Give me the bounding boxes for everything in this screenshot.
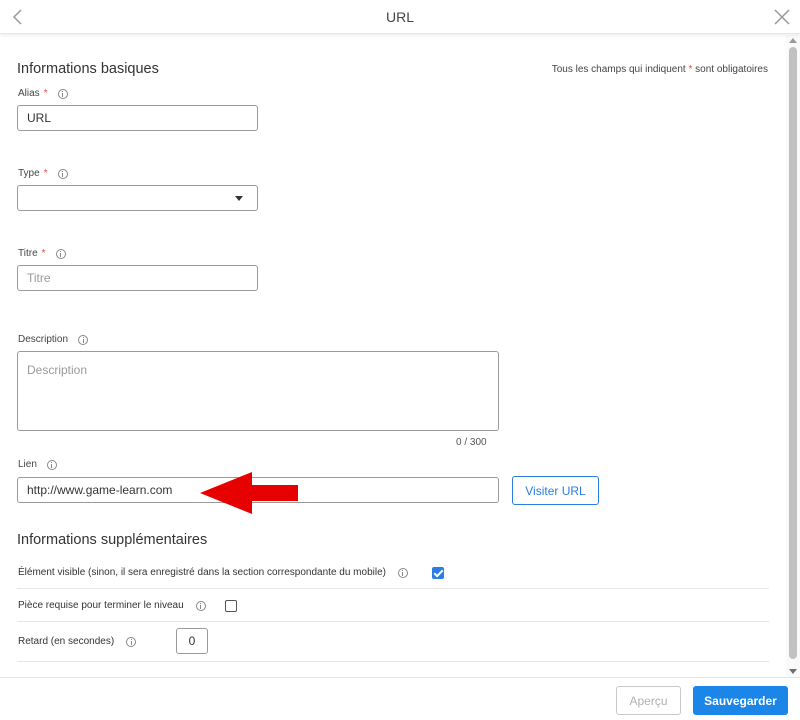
retard-row-label: Retard (en secondes) bbox=[18, 636, 137, 647]
form-content: Informations basiques Tous les champs qu… bbox=[0, 35, 786, 677]
description-label: Description bbox=[18, 334, 89, 345]
scroll-up-icon[interactable] bbox=[789, 38, 797, 43]
close-icon[interactable] bbox=[772, 7, 792, 27]
info-icon[interactable] bbox=[397, 567, 408, 578]
retard-number-input[interactable]: 0 bbox=[176, 628, 208, 654]
preview-button[interactable]: Aperçu bbox=[616, 686, 681, 715]
info-icon[interactable] bbox=[57, 168, 68, 179]
visit-url-button[interactable]: Visiter URL bbox=[512, 476, 599, 505]
required-note-suffix: sont obligatoires bbox=[695, 64, 768, 75]
required-note-prefix: Tous les champs qui indiquent bbox=[551, 64, 686, 75]
basic-info-heading: Informations basiques bbox=[17, 61, 159, 77]
scroll-down-icon[interactable] bbox=[789, 669, 797, 674]
titre-label-text: Titre bbox=[18, 248, 38, 259]
red-arrow-annotation bbox=[200, 472, 298, 514]
visible-label-text: Élément visible (sinon, il sera enregist… bbox=[18, 567, 386, 578]
extra-info-heading: Informations supplémentaires bbox=[17, 532, 208, 548]
form-scroll-area: Informations basiques Tous les champs qu… bbox=[0, 35, 800, 677]
type-required-star: * bbox=[43, 168, 48, 179]
lien-label: Lien bbox=[18, 459, 57, 470]
alias-input-value: URL bbox=[27, 111, 52, 125]
alias-required-star: * bbox=[43, 88, 48, 99]
lien-input-value: http://www.game-learn.com bbox=[27, 483, 173, 497]
info-icon[interactable] bbox=[46, 459, 57, 470]
piece-row-label: Pièce requise pour terminer le niveau bbox=[18, 600, 206, 611]
retard-label-text: Retard (en secondes) bbox=[18, 636, 115, 647]
required-note-star: * bbox=[688, 64, 693, 75]
info-icon[interactable] bbox=[57, 88, 68, 99]
row-divider bbox=[17, 661, 769, 662]
info-icon[interactable] bbox=[78, 334, 89, 345]
piece-label-text: Pièce requise pour terminer le niveau bbox=[18, 600, 184, 611]
row-divider bbox=[17, 588, 769, 589]
lien-label-text: Lien bbox=[18, 459, 37, 470]
type-label-text: Type bbox=[18, 168, 40, 179]
visible-row-label: Élément visible (sinon, il sera enregist… bbox=[18, 567, 408, 578]
dialog-footer: Aperçu Sauvegarder bbox=[0, 677, 800, 720]
alias-label-text: Alias bbox=[18, 88, 40, 99]
info-icon[interactable] bbox=[55, 248, 66, 259]
scrollbar-thumb[interactable] bbox=[789, 47, 797, 659]
row-divider bbox=[17, 621, 769, 622]
description-char-counter: 0 / 300 bbox=[456, 437, 487, 448]
titre-input[interactable]: Titre bbox=[17, 265, 258, 291]
vertical-scrollbar[interactable] bbox=[786, 35, 800, 677]
piece-checkbox[interactable] bbox=[225, 600, 237, 612]
caret-down-icon bbox=[235, 196, 243, 201]
description-label-text: Description bbox=[18, 334, 69, 345]
type-label: Type * bbox=[18, 168, 68, 179]
dialog-header: URL bbox=[0, 0, 800, 34]
alias-input[interactable]: URL bbox=[17, 105, 258, 131]
info-icon[interactable] bbox=[126, 636, 137, 647]
titre-label: Titre * bbox=[18, 248, 66, 259]
titre-placeholder: Titre bbox=[27, 271, 51, 285]
info-icon[interactable] bbox=[195, 600, 206, 611]
type-select[interactable] bbox=[17, 185, 258, 211]
save-button[interactable]: Sauvegarder bbox=[693, 686, 788, 715]
description-placeholder: Description bbox=[27, 363, 88, 377]
alias-label: Alias * bbox=[18, 88, 68, 99]
required-fields-note: Tous les champs qui indiquent * sont obl… bbox=[552, 64, 768, 75]
description-textarea[interactable]: Description bbox=[17, 351, 499, 431]
visible-checkbox[interactable] bbox=[432, 567, 444, 579]
dialog-title: URL bbox=[385, 9, 414, 25]
titre-required-star: * bbox=[41, 248, 46, 259]
